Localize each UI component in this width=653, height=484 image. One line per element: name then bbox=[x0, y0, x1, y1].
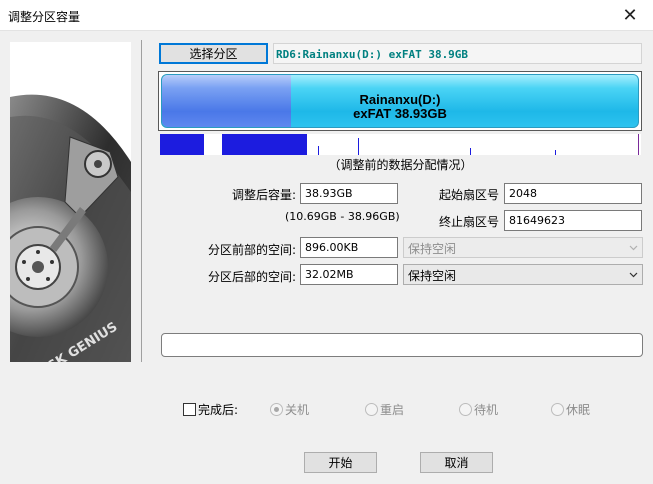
radio-standby-label: 待机 bbox=[474, 403, 499, 417]
partition-bar[interactable]: Rainanxu(D:) exFAT 38.93GB bbox=[158, 71, 642, 131]
cluster-block bbox=[638, 134, 639, 155]
end-sector-label: 终止扇区号 bbox=[438, 215, 499, 229]
partition-bar-label: Rainanxu(D:) exFAT 38.93GB bbox=[162, 93, 638, 121]
cluster-block bbox=[555, 150, 556, 155]
after-done-checkbox[interactable]: 完成后: bbox=[183, 401, 238, 418]
radio-hibernate-label: 休眠 bbox=[566, 403, 591, 417]
partition-bar-name: Rainanxu(D:) bbox=[359, 92, 441, 107]
radio-dot bbox=[551, 403, 564, 416]
space-before-input[interactable]: 896.00KB bbox=[300, 237, 398, 258]
cancel-button[interactable]: 取消 bbox=[420, 452, 493, 473]
cluster-block bbox=[222, 134, 307, 155]
radio-shutdown-label: 关机 bbox=[285, 403, 310, 417]
partition-bar-fs: exFAT 38.93GB bbox=[353, 106, 447, 121]
vertical-separator bbox=[141, 40, 142, 362]
cluster-block bbox=[470, 148, 471, 155]
start-sector-label: 起始扇区号 bbox=[438, 188, 499, 202]
radio-dot bbox=[270, 403, 283, 416]
space-before-label: 分区前部的空间: bbox=[207, 243, 296, 257]
cluster-block bbox=[160, 134, 204, 155]
progress-bar bbox=[161, 333, 643, 357]
close-button[interactable]: ✕ bbox=[607, 0, 653, 31]
cluster-block bbox=[318, 146, 319, 155]
close-icon: ✕ bbox=[622, 5, 638, 26]
cluster-block bbox=[358, 138, 359, 155]
hard-disk-image: DISK GENIUS bbox=[10, 42, 131, 362]
space-before-select[interactable]: 保持空闲 bbox=[403, 237, 643, 258]
size-range-hint: (10.69GB - 38.96GB) bbox=[285, 210, 400, 223]
partition-bar-fill: Rainanxu(D:) exFAT 38.93GB bbox=[161, 74, 639, 128]
space-before-option: 保持空闲 bbox=[408, 242, 457, 256]
chevron-down-icon bbox=[629, 272, 638, 278]
checkbox-box bbox=[183, 403, 196, 416]
space-after-option: 保持空闲 bbox=[408, 269, 457, 283]
end-sector-input[interactable]: 81649623 bbox=[504, 210, 642, 231]
radio-hibernate[interactable]: 休眠 bbox=[551, 401, 590, 418]
chevron-down-icon bbox=[629, 245, 638, 251]
space-after-label: 分区后部的空间: bbox=[207, 270, 296, 284]
cluster-map-caption: （调整前的数据分配情况） bbox=[328, 158, 473, 172]
new-size-input[interactable]: 38.93GB bbox=[300, 183, 398, 204]
radio-restart-label: 重启 bbox=[380, 403, 405, 417]
radio-dot bbox=[365, 403, 378, 416]
radio-standby[interactable]: 待机 bbox=[459, 401, 498, 418]
radio-dot bbox=[459, 403, 472, 416]
new-size-label: 调整后容量: bbox=[231, 188, 296, 202]
start-sector-input[interactable]: 2048 bbox=[504, 183, 642, 204]
after-done-label: 完成后: bbox=[198, 403, 239, 417]
window-title: 调整分区容量 bbox=[8, 10, 81, 24]
cluster-map bbox=[160, 134, 641, 155]
start-button[interactable]: 开始 bbox=[304, 452, 377, 473]
space-after-input[interactable]: 32.02MB bbox=[300, 264, 398, 285]
radio-shutdown[interactable]: 关机 bbox=[270, 401, 309, 418]
radio-restart[interactable]: 重启 bbox=[365, 401, 404, 418]
partition-name-field: RD6:Rainanxu(D:) exFAT 38.9GB bbox=[273, 43, 642, 64]
space-after-select[interactable]: 保持空闲 bbox=[403, 264, 643, 285]
select-partition-button[interactable]: 选择分区 bbox=[159, 43, 268, 64]
title-bar: 调整分区容量 ✕ bbox=[0, 0, 653, 31]
